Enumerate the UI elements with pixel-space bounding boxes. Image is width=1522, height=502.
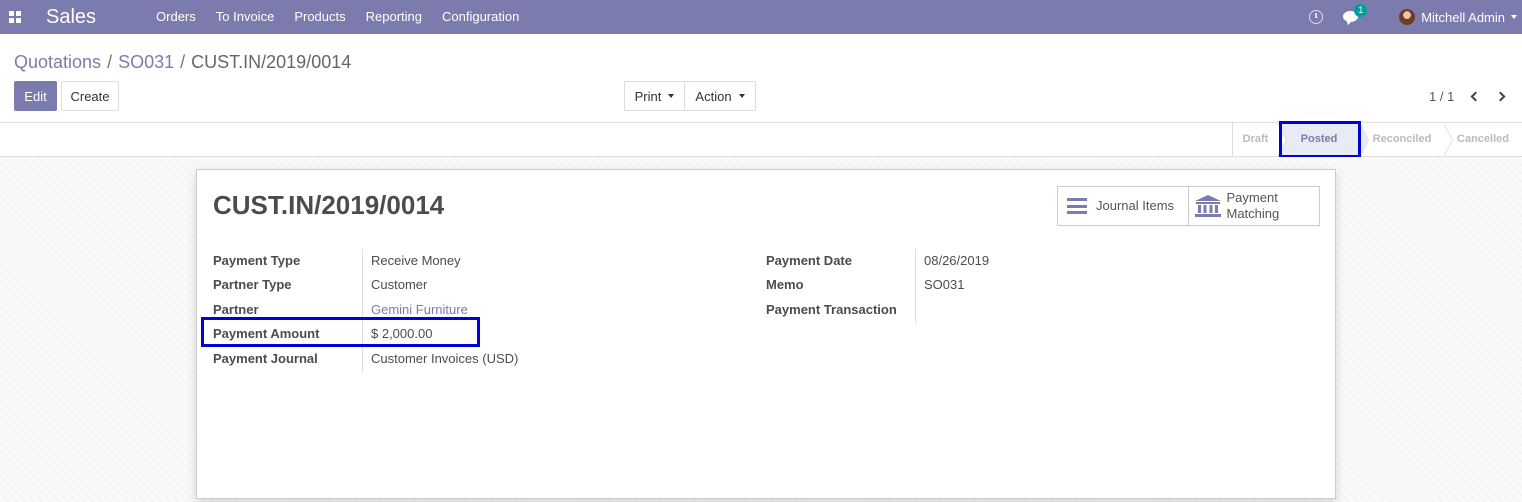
pager-value[interactable]: 1 / 1 [1429, 89, 1454, 104]
menu-configuration[interactable]: Configuration [432, 0, 529, 34]
label-payment-journal: Payment Journal [213, 351, 318, 366]
breadcrumb-so031[interactable]: SO031 [118, 52, 174, 72]
record-title: CUST.IN/2019/0014 [213, 190, 445, 220]
action-label: Action [695, 88, 732, 104]
label-partner-type: Partner Type [213, 277, 292, 292]
breadcrumb: Quotations / SO031/CUST.IN/2019/0014 [14, 52, 351, 73]
user-name[interactable]: Mitchell Admin [1421, 10, 1505, 25]
stage-cancelled[interactable]: Cancelled [1444, 123, 1522, 156]
journal-items-label: Journal Items [1096, 198, 1175, 213]
print-label: Print [634, 88, 662, 104]
label-payment-amount: Payment Amount [213, 326, 320, 341]
label-payment-date: Payment Date [766, 253, 852, 268]
chat-counter-badge: 1 [1354, 4, 1368, 17]
stage-arrow-divider [1277, 123, 1286, 157]
breadcrumb-quotations[interactable]: Quotations [14, 52, 101, 72]
value-payment-journal: Customer Invoices (USD) [371, 351, 519, 366]
breadcrumb-current: CUST.IN/2019/0014 [191, 52, 352, 72]
stage-reconciled[interactable]: Reconciled [1360, 123, 1444, 156]
payment-matching-label: Payment Matching [1227, 190, 1280, 222]
label-payment-transaction: Payment Transaction [766, 302, 897, 317]
stage-arrow-divider [1443, 123, 1452, 157]
edit-button[interactable]: Edit [14, 81, 57, 111]
top-navbar: Sales Orders To Invoice Products Reporti… [0, 0, 1522, 34]
stage-arrow-divider [1359, 123, 1368, 157]
field-divider [362, 249, 363, 372]
caret-down-icon [668, 94, 675, 98]
create-button[interactable]: Create [61, 81, 119, 111]
payment-matching-button[interactable]: Payment Matching [1189, 187, 1320, 225]
print-dropdown-button[interactable]: Print [624, 81, 685, 111]
action-dropdown-button[interactable]: Action [684, 81, 756, 111]
bank-icon [1194, 195, 1221, 217]
value-payment-amount: $ 2,000.00 [371, 326, 433, 341]
label-partner: Partner [213, 302, 259, 317]
value-payment-type: Receive Money [371, 253, 461, 268]
messaging-button[interactable]: 1 [1343, 4, 1368, 26]
stage-posted[interactable]: Posted [1278, 123, 1360, 156]
breadcrumb-separator: / [107, 52, 113, 72]
menu-orders[interactable]: Orders [146, 0, 206, 34]
main-menu: Orders To Invoice Products Reporting Con… [146, 0, 529, 34]
user-avatar[interactable] [1399, 9, 1416, 25]
value-partner-type: Customer [371, 277, 428, 292]
app-name[interactable]: Sales [46, 6, 96, 29]
menu-to-invoice[interactable]: To Invoice [206, 0, 285, 34]
menu-products[interactable]: Products [284, 0, 355, 34]
menu-reporting[interactable]: Reporting [356, 0, 432, 34]
payment-matching-line1: Payment [1226, 190, 1278, 205]
caret-down-icon [738, 94, 745, 98]
pager-next-button[interactable] [1495, 90, 1508, 104]
chevron-right-icon [1495, 91, 1506, 102]
user-menu-caret-icon[interactable] [1511, 15, 1517, 19]
apps-menu-icon[interactable] [0, 0, 30, 34]
pager-previous-button[interactable] [1469, 90, 1481, 104]
bars-icon [1067, 198, 1087, 214]
stage-draft[interactable]: Draft [1232, 123, 1278, 156]
payment-matching-line2: Matching [1226, 206, 1280, 221]
label-memo: Memo [766, 277, 804, 292]
chevron-left-icon [1470, 91, 1481, 102]
field-divider [915, 249, 916, 323]
value-memo: SO031 [924, 277, 965, 292]
activity-clock-icon[interactable] [1309, 10, 1324, 24]
breadcrumb-separator: / [180, 52, 186, 72]
status-bar: Draft Posted Reconciled Cancelled [0, 122, 1522, 157]
smart-buttons: Journal Items Payment Matching [1057, 186, 1320, 226]
value-partner-link[interactable]: Gemini Furniture [371, 302, 468, 317]
journal-items-button[interactable]: Journal Items [1058, 187, 1189, 225]
label-payment-type: Payment Type [213, 253, 301, 268]
navbar-systray: 1 Mitchell Admin [1309, 0, 1522, 34]
value-payment-date: 08/26/2019 [924, 253, 990, 268]
